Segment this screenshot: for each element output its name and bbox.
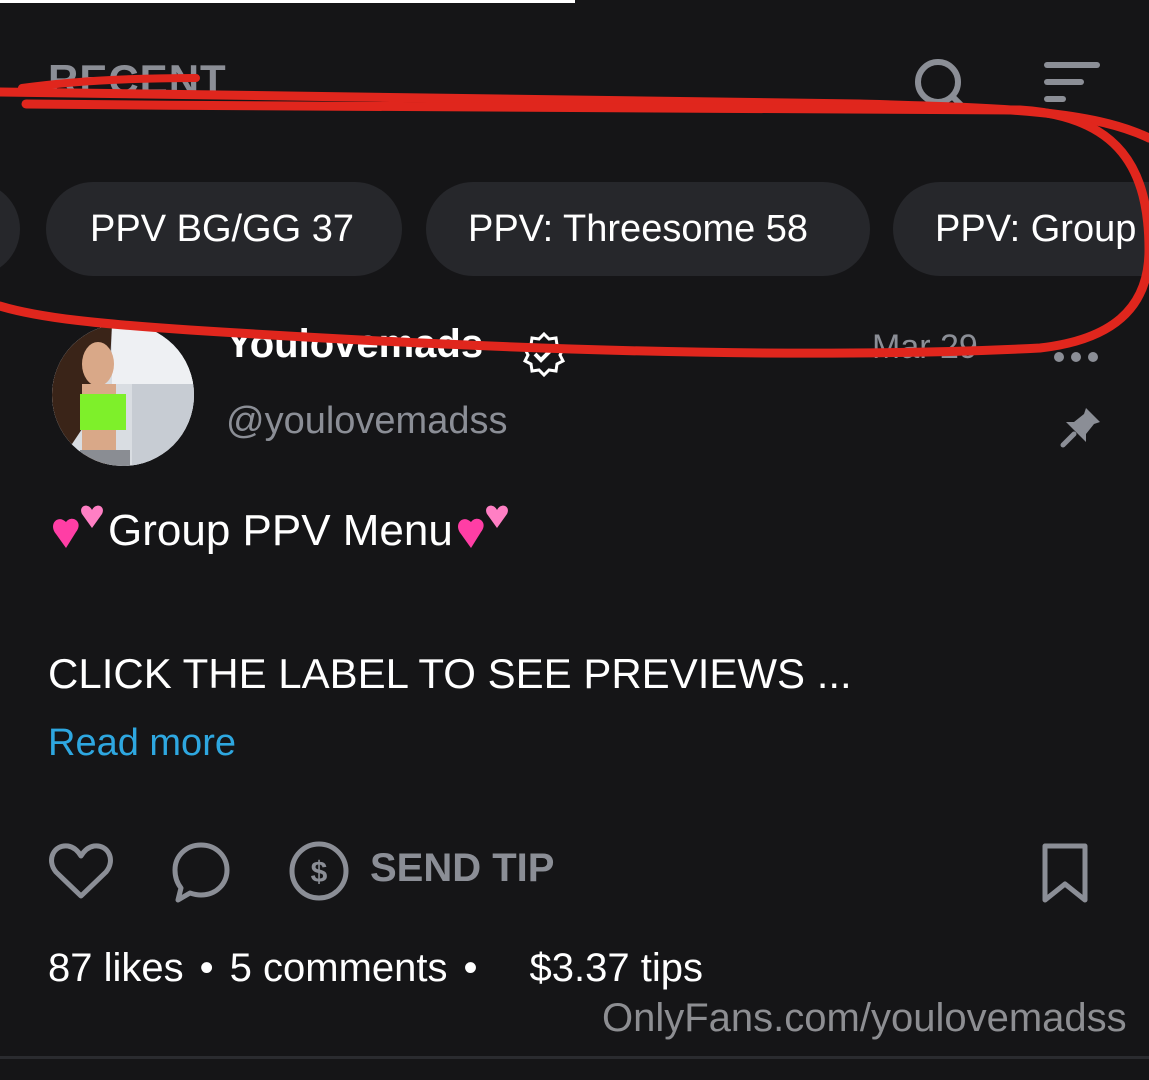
pin-icon <box>1060 408 1100 448</box>
send-tip-button[interactable]: SEND TIP <box>370 846 554 891</box>
search-icon[interactable] <box>912 56 972 112</box>
like-icon[interactable] <box>48 840 114 902</box>
comments-count[interactable]: 5 comments <box>230 946 448 990</box>
comment-icon[interactable] <box>170 840 232 904</box>
display-name[interactable]: Youlovemads <box>226 322 483 367</box>
verified-icon <box>522 331 566 378</box>
sort-icon[interactable] <box>1040 58 1104 108</box>
svg-text:$: $ <box>311 856 328 889</box>
post-title-text: Group PPV Menu <box>108 506 453 555</box>
filter-chip[interactable]: PPV BG/GG 37 <box>46 182 402 276</box>
post-date: Mar 29 <box>872 328 978 366</box>
post-body: CLICK THE LABEL TO SEE PREVIEWS ... <box>48 650 852 697</box>
bookmark-icon[interactable] <box>1038 842 1092 904</box>
tips-amount: $3.37 tips <box>529 946 703 990</box>
likes-count[interactable]: 87 likes <box>48 946 184 990</box>
more-icon[interactable] <box>1052 350 1100 364</box>
post-title: Group PPV Menu <box>48 504 513 558</box>
separator-dot: • <box>463 946 478 990</box>
username-handle[interactable]: @youlovemadss <box>226 400 507 443</box>
read-more-link[interactable]: Read more <box>48 722 236 765</box>
tip-icon[interactable]: $ <box>288 840 350 902</box>
post-stats: 87 likes • 5 comments • $3.37 tips <box>48 946 703 991</box>
filter-chip-label: PPV BG/GG 37 <box>90 208 354 250</box>
watermark: OnlyFans.com/youlovemadss <box>602 996 1127 1040</box>
filter-chip-partial[interactable] <box>0 182 20 276</box>
filter-chip-label: PPV: Group <box>935 208 1137 250</box>
heart-emoji-icon <box>53 505 103 548</box>
filter-chip[interactable]: PPV: Threesome 58 <box>426 182 870 276</box>
filter-chips: PPV BG/GG 37 PPV: Threesome 58 PPV: Grou… <box>0 182 1149 276</box>
filter-chip-label: PPV: Threesome 58 <box>468 208 809 250</box>
page-title: RECENT <box>48 56 227 103</box>
divider <box>0 1056 1149 1059</box>
separator-dot: • <box>199 946 214 990</box>
avatar[interactable] <box>52 324 194 466</box>
top-edge <box>0 0 575 3</box>
filter-chip[interactable]: PPV: Group <box>893 182 1149 276</box>
heart-emoji-icon <box>457 505 508 548</box>
